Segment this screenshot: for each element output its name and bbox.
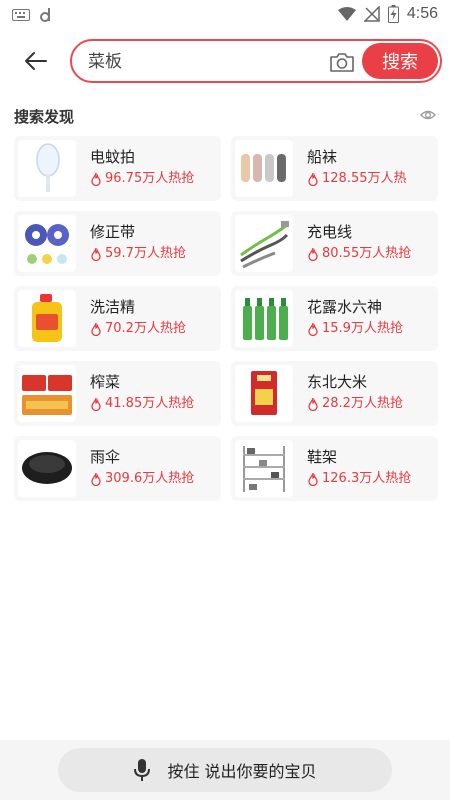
- product-thumbnail: [235, 215, 293, 272]
- discover-grid: 电蚊拍 96.75万人热抢 船袜 128.55万人热 修正带 59.7万人热抢 …: [14, 136, 438, 501]
- discover-card[interactable]: 修正带 59.7万人热抢: [14, 211, 221, 276]
- back-button[interactable]: [20, 46, 52, 76]
- card-text: 花露水六神 15.9万人热抢: [307, 298, 438, 336]
- camera-button[interactable]: [328, 49, 356, 75]
- card-name: 电蚊拍: [90, 148, 136, 166]
- card-name: 洗洁精: [90, 298, 136, 316]
- card-heat: 128.55万人热: [307, 172, 438, 186]
- discover-card[interactable]: 船袜 128.55万人热: [231, 136, 438, 201]
- status-bar: 4:56: [0, 0, 450, 30]
- card-heat-label: 128.55万人热: [322, 171, 407, 186]
- card-heat: 59.7万人热抢: [90, 247, 221, 261]
- card-heat-label: 15.9万人热抢: [322, 321, 403, 336]
- discover-card[interactable]: 鞋架 126.3万人热抢: [231, 436, 438, 501]
- card-heat-label: 80.55万人热抢: [322, 246, 412, 261]
- flame-icon: [308, 322, 318, 336]
- back-arrow-icon: [25, 52, 47, 70]
- discover-title: 搜索发现: [14, 108, 75, 126]
- card-name: 榨菜: [90, 373, 121, 391]
- card-heat-label: 96.75万人热抢: [105, 171, 195, 186]
- keyboard-icon: [12, 9, 30, 21]
- voice-label: 按住 说出你要的宝贝: [167, 762, 317, 781]
- discover-card[interactable]: 东北大米 28.2万人热抢: [231, 361, 438, 426]
- camera-icon: [330, 53, 354, 72]
- card-text: 修正带 59.7万人热抢: [90, 223, 221, 261]
- card-name: 东北大米: [307, 373, 368, 391]
- product-thumbnail: [18, 440, 76, 497]
- product-thumbnail: [235, 140, 293, 197]
- wifi-icon: [337, 7, 356, 21]
- d-notification-icon: [40, 8, 50, 22]
- card-heat-label: 70.2万人热抢: [105, 321, 186, 336]
- product-thumbnail: [18, 290, 76, 347]
- search-box: 搜索: [70, 39, 442, 83]
- flame-icon: [91, 172, 101, 186]
- card-text: 电蚊拍 96.75万人热抢: [90, 148, 221, 186]
- product-thumbnail: [235, 440, 293, 497]
- card-heat-label: 28.2万人热抢: [322, 396, 403, 411]
- flame-icon: [308, 172, 318, 186]
- flame-icon: [308, 472, 318, 486]
- status-left: [12, 7, 52, 23]
- search-input[interactable]: [88, 50, 318, 74]
- microphone-icon: [134, 759, 151, 781]
- search-button[interactable]: 搜索: [362, 43, 438, 79]
- product-thumbnail: [235, 365, 293, 422]
- discover-card[interactable]: 花露水六神 15.9万人热抢: [231, 286, 438, 351]
- discover-card[interactable]: 洗洁精 70.2万人热抢: [14, 286, 221, 351]
- card-heat: 41.85万人热抢: [90, 397, 221, 411]
- discover-header: 搜索发现: [14, 104, 436, 128]
- product-thumbnail: [18, 140, 76, 197]
- card-heat: 126.3万人热抢: [307, 472, 438, 486]
- card-text: 榨菜 41.85万人热抢: [90, 373, 221, 411]
- card-name: 雨伞: [90, 448, 121, 466]
- flame-icon: [91, 322, 101, 336]
- flame-icon: [91, 472, 101, 486]
- card-text: 充电线 80.55万人热抢: [307, 223, 438, 261]
- discover-card[interactable]: 充电线 80.55万人热抢: [231, 211, 438, 276]
- card-text: 洗洁精 70.2万人热抢: [90, 298, 221, 336]
- product-thumbnail: [18, 365, 76, 422]
- card-text: 东北大米 28.2万人热抢: [307, 373, 438, 411]
- eye-icon[interactable]: [420, 108, 436, 122]
- flame-icon: [91, 247, 101, 261]
- card-name: 花露水六神: [307, 298, 383, 316]
- flame-icon: [308, 397, 318, 411]
- battery-charging-icon: [387, 5, 399, 23]
- card-name: 修正带: [90, 223, 136, 241]
- card-text: 鞋架 126.3万人热抢: [307, 448, 438, 486]
- discover-card[interactable]: 电蚊拍 96.75万人热抢: [14, 136, 221, 201]
- card-text: 雨伞 309.6万人热抢: [90, 448, 221, 486]
- card-heat: 70.2万人热抢: [90, 322, 221, 336]
- discover-card[interactable]: 雨伞 309.6万人热抢: [14, 436, 221, 501]
- card-text: 船袜 128.55万人热: [307, 148, 438, 186]
- card-heat-label: 41.85万人热抢: [105, 396, 195, 411]
- card-heat: 309.6万人热抢: [90, 472, 221, 486]
- card-heat-label: 126.3万人热抢: [322, 471, 412, 486]
- product-thumbnail: [235, 290, 293, 347]
- card-name: 鞋架: [307, 448, 338, 466]
- card-heat: 96.75万人热抢: [90, 172, 221, 186]
- card-heat: 15.9万人热抢: [307, 322, 438, 336]
- card-heat: 28.2万人热抢: [307, 397, 438, 411]
- card-name: 船袜: [307, 148, 338, 166]
- flame-icon: [308, 247, 318, 261]
- product-thumbnail: [18, 215, 76, 272]
- card-heat-label: 59.7万人热抢: [105, 246, 186, 261]
- flame-icon: [91, 397, 101, 411]
- status-time: 4:56: [406, 5, 438, 22]
- card-heat-label: 309.6万人热抢: [105, 471, 195, 486]
- voice-search-button[interactable]: 按住 说出你要的宝贝: [58, 748, 392, 792]
- card-name: 充电线: [307, 223, 353, 241]
- search-row: 搜索: [0, 30, 450, 92]
- status-right: 4:56: [337, 5, 438, 23]
- no-signal-icon: [363, 6, 380, 22]
- bottom-bar: 按住 说出你要的宝贝: [0, 740, 450, 800]
- card-heat: 80.55万人热抢: [307, 247, 438, 261]
- discover-card[interactable]: 榨菜 41.85万人热抢: [14, 361, 221, 426]
